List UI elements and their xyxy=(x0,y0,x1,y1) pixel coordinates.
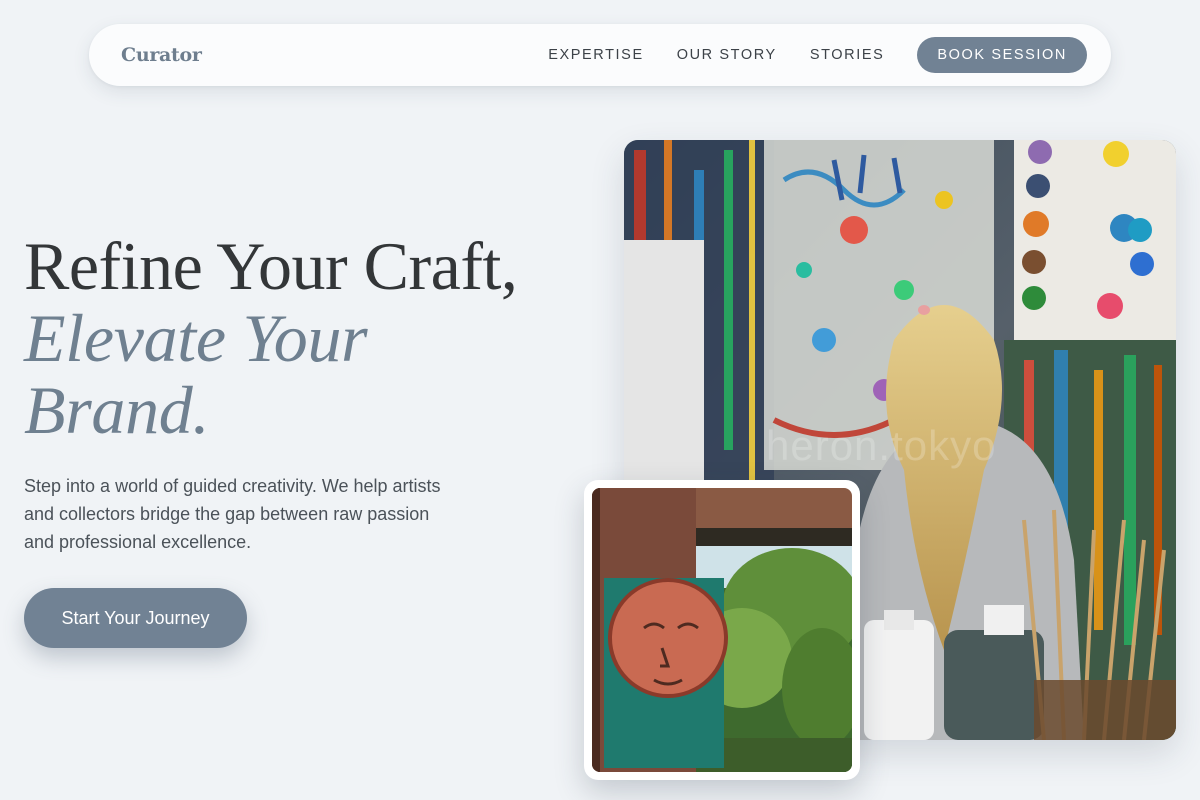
image-watermark: heron.tokyo xyxy=(766,422,997,469)
nav-links: EXPERTISE OUR STORY STORIES BOOK SESSION xyxy=(515,37,1087,73)
nav-link-stories[interactable]: STORIES xyxy=(810,47,885,63)
nav-link-expertise[interactable]: EXPERTISE xyxy=(548,47,644,63)
headline-line-2: Elevate Your xyxy=(24,300,368,376)
brand-logo[interactable]: Curator xyxy=(121,44,202,66)
nav-link-our-story[interactable]: OUR STORY xyxy=(677,47,777,63)
start-journey-button[interactable]: Start Your Journey xyxy=(24,588,247,648)
hero-description: Step into a world of guided creativity. … xyxy=(24,476,441,552)
headline-line-1: Refine Your Craft, xyxy=(24,228,518,304)
top-nav: Curator EXPERTISE OUR STORY STORIES BOOK… xyxy=(89,24,1111,86)
sculpture-garden-photo xyxy=(584,480,860,780)
book-session-button[interactable]: BOOK SESSION xyxy=(917,37,1087,73)
inset-photo-frame xyxy=(592,488,852,772)
headline-line-3: Brand. xyxy=(24,372,210,448)
hero-headline: Refine Your Craft, Elevate Your Brand. xyxy=(24,230,604,446)
sculpture-illustration xyxy=(592,488,852,772)
